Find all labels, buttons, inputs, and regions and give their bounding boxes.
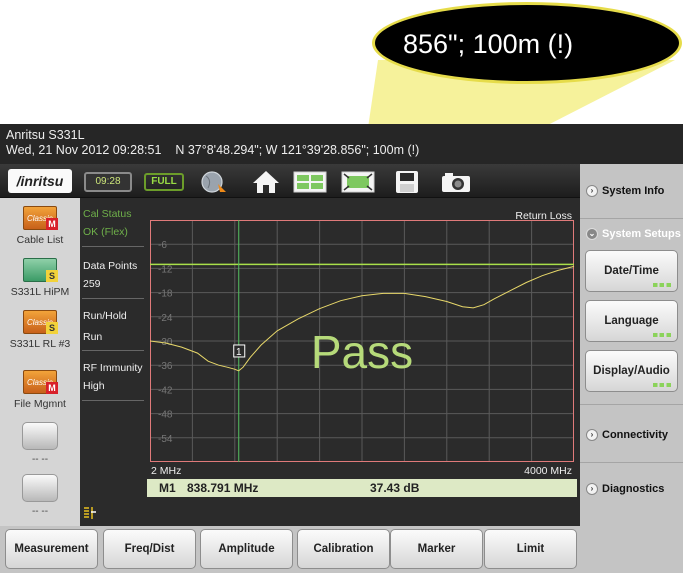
marker-value: 37.43 dB xyxy=(370,481,420,495)
marker-1-flag: 1 xyxy=(233,344,246,358)
y-tick-label: -42 xyxy=(158,385,173,396)
language-button[interactable]: Language xyxy=(585,300,678,342)
x-start-label: 2 MHz xyxy=(151,465,182,477)
zoom-text: 856"; 100m (!) xyxy=(403,29,574,59)
menu-divider xyxy=(580,404,683,405)
submenu-dots-icon xyxy=(653,333,671,337)
home-icon[interactable] xyxy=(248,170,284,194)
y-tick-label: -54 xyxy=(158,434,173,445)
cal-status-label: Cal Status xyxy=(83,208,132,220)
y-tick-label: -36 xyxy=(158,361,173,372)
limit-menu-button[interactable]: Limit xyxy=(484,529,577,569)
amplitude-menu-button[interactable]: Amplitude xyxy=(200,529,293,569)
datetime-gps: Wed, 21 Nov 2012 09:28:51 N 37°8'48.294"… xyxy=(6,143,420,157)
anritsu-logo: /inritsu xyxy=(8,169,72,193)
save-icon[interactable] xyxy=(388,170,424,194)
x-stop-label: 4000 MHz xyxy=(524,465,572,477)
chevron-right-icon: › xyxy=(586,429,598,441)
y-tick-label: -24 xyxy=(158,313,173,324)
right-side-menu: › System Info ⌄ System Setups Date/Time … xyxy=(580,164,683,573)
menu-divider xyxy=(580,462,683,463)
app-empty-slot-2[interactable]: -- -- xyxy=(0,474,80,517)
status-divider xyxy=(82,246,144,247)
data-points-label: Data Points xyxy=(83,260,138,272)
submenu-dots-icon xyxy=(653,283,671,287)
cal-status-value: OK (Flex) xyxy=(83,226,128,238)
system-setups-header[interactable]: ⌄ System Setups xyxy=(580,220,683,248)
empty-slot-icon xyxy=(22,422,58,450)
marker-name: M1 xyxy=(159,481,176,495)
app-label: S331L RL #3 xyxy=(9,338,71,350)
freq-dist-menu-button[interactable]: Freq/Dist xyxy=(103,529,196,569)
pass-indicator: Pass xyxy=(311,326,413,378)
empty-slot-icon xyxy=(22,474,58,502)
classic-app-icon: Classic M xyxy=(23,206,58,230)
marker-readout[interactable]: M1 838.791 MHz 37.43 dB xyxy=(147,479,577,497)
app-label: -- -- xyxy=(31,454,49,465)
clock-display: 09:28 xyxy=(84,172,132,192)
measurement-panel: Cal Status OK (Flex) Data Points 259 Run… xyxy=(80,198,580,526)
data-points-value: 259 xyxy=(83,278,101,290)
calibration-menu-button[interactable]: Calibration xyxy=(297,529,390,569)
hipm-app-icon: S xyxy=(23,258,58,282)
connectivity-header[interactable]: › Connectivity xyxy=(580,410,683,460)
run-hold-label: Run/Hold xyxy=(83,310,127,322)
date-time-button[interactable]: Date/Time xyxy=(585,250,678,292)
chevron-down-icon: ⌄ xyxy=(586,228,598,240)
device-name: Anritsu S331L xyxy=(6,128,85,142)
classic-app-icon: Classic M xyxy=(23,370,58,394)
run-hold-value: Run xyxy=(83,331,103,343)
y-tick-label: -18 xyxy=(158,289,173,300)
measurement-menu-button[interactable]: Measurement xyxy=(5,529,98,569)
battery-indicator: FULL xyxy=(144,173,184,191)
rf-immunity-value: High xyxy=(83,380,105,392)
app-label: S331L HiPM xyxy=(10,286,70,298)
status-divider xyxy=(82,400,144,401)
bottom-menu-bar: Measurement Freq/Dist Amplitude Calibrat… xyxy=(0,526,580,573)
fullscreen-icon[interactable] xyxy=(340,170,376,194)
rf-immunity-label: RF Immunity xyxy=(83,362,143,374)
display-audio-button[interactable]: Display/Audio xyxy=(585,350,678,392)
return-loss-plot[interactable]: -6-12-18-24-30-36-42-48-54 1 Pass xyxy=(150,220,575,463)
camera-icon[interactable] xyxy=(438,170,474,194)
menu-divider xyxy=(580,218,683,219)
app-empty-slot-1[interactable]: -- -- xyxy=(0,422,80,465)
system-info-header[interactable]: › System Info xyxy=(580,166,683,216)
classic-app-icon: Classic S xyxy=(23,310,58,334)
app-label: File Mgmnt xyxy=(14,398,66,410)
status-divider xyxy=(82,298,144,299)
title-bar: Anritsu S331L Wed, 21 Nov 2012 09:28:51 … xyxy=(0,124,683,164)
marker-frequency: 838.791 MHz xyxy=(187,481,259,495)
app-label: Cable List xyxy=(16,234,64,246)
sweep-indicator-icon xyxy=(84,507,96,519)
marker-menu-button[interactable]: Marker xyxy=(390,529,483,569)
chevron-right-icon: › xyxy=(586,185,598,197)
y-tick-label: -6 xyxy=(158,240,167,251)
app-label: -- -- xyxy=(31,506,49,517)
chevron-right-icon: › xyxy=(586,483,598,495)
diagnostics-header[interactable]: › Diagnostics xyxy=(580,464,683,514)
y-tick-label: -12 xyxy=(158,264,173,275)
marker-flag-label: 1 xyxy=(236,347,242,358)
toolbar: /inritsu 09:28 FULL xyxy=(0,164,580,198)
layout-icon[interactable] xyxy=(292,170,328,194)
submenu-dots-icon xyxy=(653,383,671,387)
app-file-mgmnt[interactable]: Classic M File Mgmnt xyxy=(0,370,80,410)
app-s331l-rl-3[interactable]: Classic S S331L RL #3 xyxy=(0,310,80,350)
zoom-bubble: 856"; 100m (!) xyxy=(372,2,682,84)
y-tick-label: -48 xyxy=(158,410,173,421)
status-divider xyxy=(82,350,144,351)
app-s331l-hipm[interactable]: S S331L HiPM xyxy=(0,258,80,298)
app-cable-list[interactable]: Classic M Cable List xyxy=(0,206,80,246)
gps-icon[interactable] xyxy=(196,170,232,194)
app-shortcut-column: Classic M Cable List S S331L HiPM Classic… xyxy=(0,198,80,526)
